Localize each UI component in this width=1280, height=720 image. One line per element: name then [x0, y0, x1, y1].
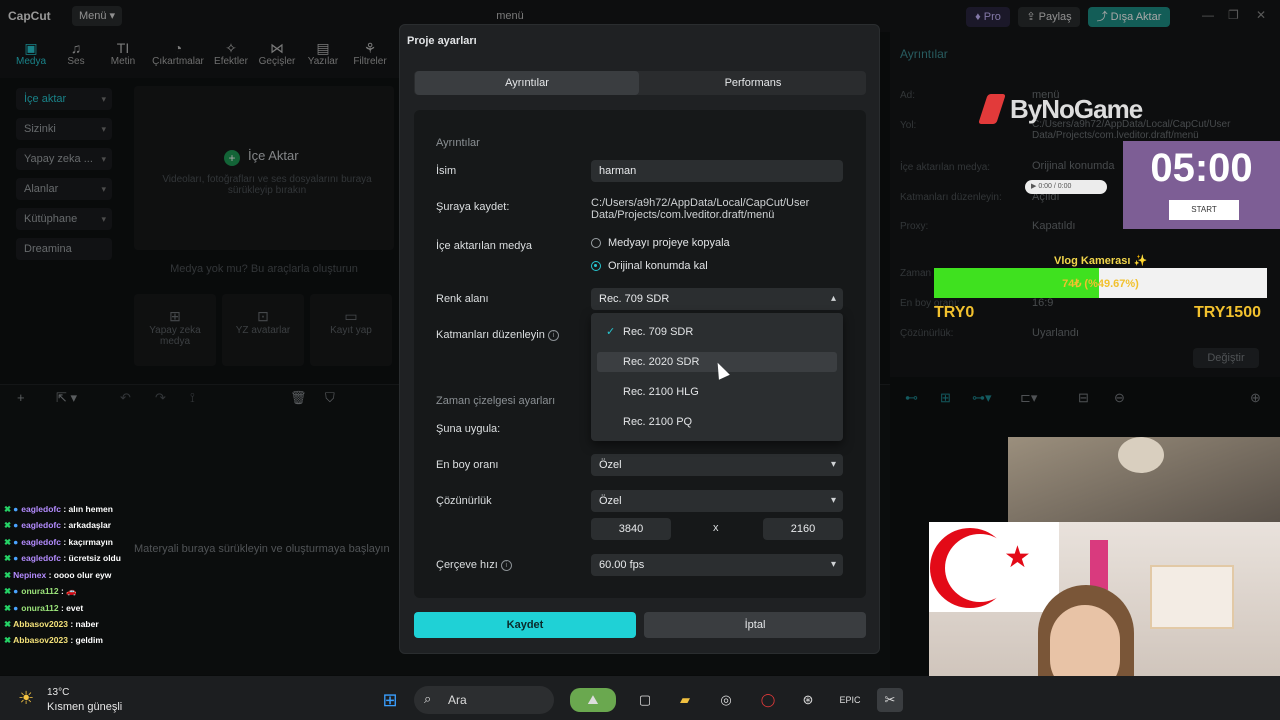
radio-original-label[interactable]: Orijinal konumda kal [608, 260, 708, 272]
chat-badge-icon: ✖ [4, 570, 12, 580]
chat-badge-icon: ✖ [4, 619, 12, 629]
aspect-select[interactable]: Özel ▾ [591, 454, 843, 476]
chat-badge-icon: ✖ [4, 504, 12, 514]
chevron-down-icon: ▾ [830, 495, 836, 506]
dialog-title: Proje ayarları [407, 35, 477, 47]
save-path: C:/Users/a9h72/AppData/Local/CapCut/User… [591, 197, 810, 221]
check-icon: ✓ [606, 326, 616, 338]
audio-player[interactable]: ▶ 0:00 / 0:00 [1025, 180, 1107, 194]
capcut-taskbar-icon[interactable]: ✂ [877, 688, 903, 712]
chat-badge-icon: ✖ [4, 603, 12, 613]
name-field[interactable]: harman [591, 160, 843, 182]
framerate-label: Çerçeve hızı i [436, 559, 512, 571]
chat-badge-icon: ● [13, 603, 19, 613]
epic-games-icon[interactable]: EPIC [837, 688, 863, 712]
weather-desc[interactable]: Kısmen güneşli [47, 701, 122, 713]
tab-performance[interactable]: Performans [641, 71, 865, 95]
steam-icon[interactable]: ⊛ [795, 688, 821, 712]
search-label: Ara [448, 693, 467, 707]
resolution-label: Çözünürlük [436, 495, 492, 507]
chat-message: ✖ ● eagledofc : ücretsiz oldu [4, 553, 121, 563]
wall-decoration [1090, 540, 1108, 590]
chat-badge-icon: ● [13, 537, 19, 547]
option-rec2100-hlg[interactable]: Rec. 2100 HLG [597, 382, 837, 402]
save-button[interactable]: Kaydet [414, 612, 636, 638]
chat-message: ✖ Abbasov2023 : geldim [4, 635, 103, 645]
chevron-down-icon: ▾ [830, 459, 836, 470]
radio-copy-label[interactable]: Medyayı projeye kopyala [608, 237, 730, 249]
color-space-label: Renk alanı [436, 293, 489, 305]
info-icon: i [500, 559, 512, 571]
goal-min: TRY0 [934, 304, 975, 321]
imported-media-label: İçe aktarılan medya [436, 240, 532, 252]
search-highlight-icon[interactable]: ⛰ [570, 688, 616, 712]
weather-temp[interactable]: 13°C [47, 687, 69, 698]
goal-max: TRY1500 [1194, 304, 1261, 321]
chat-badge-icon: ✖ [4, 537, 12, 547]
width-input[interactable]: 3840 [591, 518, 671, 540]
layers-label: Katmanları düzenleyin i [436, 329, 559, 341]
chat-badge-icon: ✖ [4, 586, 12, 596]
info-icon: i [547, 329, 559, 341]
option-rec2100-pq[interactable]: Rec. 2100 PQ [597, 412, 837, 432]
chevron-down-icon: ▾ [830, 559, 836, 570]
chat-message: ✖ ● onura112 : 🚗 [4, 586, 77, 596]
chrome-icon[interactable]: ◎ [713, 688, 739, 712]
resolution-select[interactable]: Özel ▾ [591, 490, 843, 512]
camera-goal-label: Vlog Kamerası ✨ [1054, 255, 1148, 267]
radio-copy[interactable] [591, 238, 601, 248]
chat-badge-icon: ● [13, 520, 19, 530]
chat-badge-icon: ✖ [4, 553, 12, 563]
chat-message: ✖ Abbasov2023 : naber [4, 619, 99, 629]
flag-star-icon: ★ [1004, 541, 1031, 574]
radio-original[interactable] [591, 261, 601, 271]
option-rec709[interactable]: ✓ Rec. 709 SDR [597, 322, 837, 342]
file-explorer-icon[interactable]: ▰ [672, 688, 698, 712]
windows-start-icon[interactable]: ⊞ [377, 688, 403, 712]
section-timeline: Zaman çizelgesi ayarları [436, 395, 556, 407]
tab-details[interactable]: Ayrıntılar [415, 71, 639, 95]
chat-badge-icon: ✖ [4, 520, 12, 530]
apply-to-label: Şuna uygula: [436, 423, 501, 435]
cancel-button[interactable]: İptal [644, 612, 866, 638]
timer-value: 05:00 [1150, 146, 1253, 190]
color-space-select[interactable]: Rec. 709 SDR ▴ [591, 288, 843, 310]
donation-goal-text: 74₺ (%49.67%) [1062, 278, 1139, 290]
timer-start-button[interactable]: START [1169, 200, 1239, 220]
chat-message: ✖ ● eagledofc : arkadaşlar [4, 520, 112, 530]
chat-message: ✖ ● eagledofc : alın hemen [4, 504, 113, 514]
taskbar-search[interactable] [414, 686, 554, 714]
chat-badge-icon: ● [13, 504, 19, 514]
chevron-up-icon: ▴ [830, 293, 836, 304]
task-view-icon[interactable]: ▢ [632, 688, 658, 712]
chat-message: ✖ ● eagledofc : kaçırmayın [4, 537, 113, 547]
brand-name: ByNoGame [1010, 94, 1143, 124]
search-icon: ⌕ [424, 691, 432, 706]
aspect-label: En boy oranı [436, 459, 499, 471]
chat-message: ✖ ● onura112 : evet [4, 603, 84, 613]
chat-badge-icon: ✖ [4, 635, 12, 645]
section-details: Ayrıntılar [436, 137, 480, 149]
times-sign: x [713, 522, 719, 534]
name-label: İsim [436, 165, 457, 177]
chat-badge-icon: ● [13, 553, 19, 563]
framerate-select[interactable]: 60.00 fps ▾ [591, 554, 843, 576]
height-input[interactable]: 2160 [763, 518, 843, 540]
opera-icon[interactable]: ◯ [755, 688, 781, 712]
chat-badge-icon: ● [13, 586, 19, 596]
wall-poster [1150, 565, 1234, 629]
chat-message: ✖ Nepinex : oooo olur eyw [4, 570, 112, 580]
save-to-label: Şuraya kaydet: [436, 201, 510, 213]
food-bowl [1118, 437, 1164, 473]
weather-icon[interactable]: ☀ [18, 688, 34, 709]
